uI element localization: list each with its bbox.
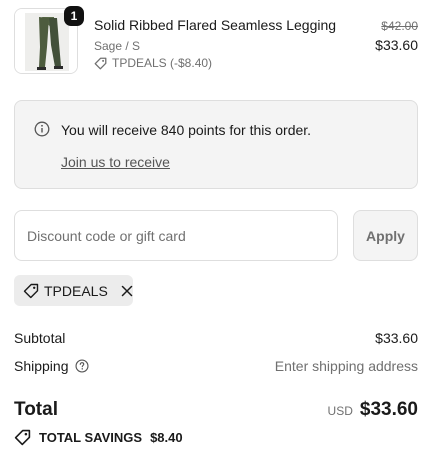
applied-discount-chip: TPDEALS bbox=[14, 275, 133, 306]
discount-code-input[interactable] bbox=[14, 210, 338, 261]
total-currency: USD bbox=[327, 404, 353, 418]
join-link[interactable]: Join us to receive bbox=[61, 154, 170, 170]
shipping-value: Enter shipping address bbox=[274, 358, 418, 374]
help-icon[interactable] bbox=[74, 359, 89, 373]
tag-icon bbox=[23, 283, 39, 298]
points-notice: You will receive 840 points for this ord… bbox=[14, 100, 418, 189]
points-message: You will receive 840 points for this ord… bbox=[61, 122, 312, 138]
quantity-badge: 1 bbox=[64, 6, 84, 26]
savings-value: $8.40 bbox=[150, 430, 183, 445]
shipping-label: Shipping bbox=[14, 358, 69, 374]
original-price: $42.00 bbox=[381, 19, 418, 33]
remove-code-button[interactable] bbox=[121, 285, 133, 297]
savings-label: TOTAL SAVINGS bbox=[39, 430, 143, 445]
item-price: $33.60 bbox=[375, 37, 418, 53]
total-amount-wrap: USD $33.60 bbox=[328, 399, 418, 421]
tag-icon bbox=[94, 57, 107, 69]
total-label: Total bbox=[14, 399, 58, 420]
product-title: Solid Ribbed Flared Seamless Legging bbox=[94, 17, 337, 33]
shipping-label-wrap: Shipping bbox=[14, 358, 89, 374]
product-variant: Sage / S bbox=[94, 39, 141, 53]
tag-icon bbox=[14, 429, 31, 446]
item-discount-label: TPDEALS (-$8.40) bbox=[112, 56, 213, 70]
subtotal-label: Subtotal bbox=[14, 330, 66, 346]
close-icon bbox=[121, 285, 133, 296]
item-discount: TPDEALS (-$8.40) bbox=[94, 56, 212, 70]
apply-button[interactable]: Apply bbox=[353, 210, 418, 261]
total-savings: TOTAL SAVINGS $8.40 bbox=[14, 429, 183, 446]
applied-code-label: TPDEALS bbox=[44, 282, 108, 299]
total-amount: $33.60 bbox=[359, 399, 418, 420]
cart-line-item: 1 Solid Ribbed Flared Seamless Legging S… bbox=[14, 6, 418, 78]
subtotal-value: $33.60 bbox=[375, 330, 418, 346]
info-icon bbox=[34, 121, 50, 137]
product-thumbnail-wrap: 1 bbox=[14, 6, 84, 76]
